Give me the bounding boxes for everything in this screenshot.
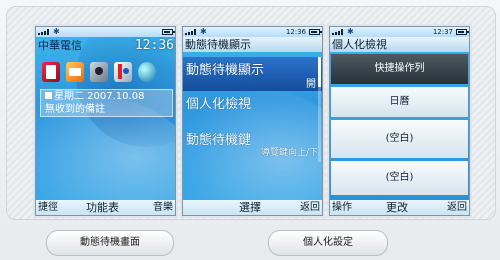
menu-item-personalize[interactable]: 個人化檢視 (183, 93, 322, 127)
dynamic-idle-screen: ✱ 12:36 動態待機顯示 動態待機顯示 開 個人化檢視 動態待機鍵 導覽鍵向… (182, 26, 323, 216)
right-soft-key[interactable]: 音樂 (153, 200, 173, 215)
menu-item-value: 開 (306, 79, 316, 90)
soft-key-bar: 捷徑 功能表 音樂 (36, 200, 175, 215)
screen-title: 動態待機顯示 (183, 37, 322, 52)
bluetooth-icon: ✱ (53, 27, 60, 36)
idle-screen: ✱ 中華電信 12:36 星期二 2007.10.08 無收到的備註 捷徑 功能… (35, 26, 176, 216)
status-bar: ✱ (36, 27, 175, 37)
personalize-screen: ✱ 12:37 個人化檢視 快捷操作列 日曆 (空白) (空白) 操作 更改 返… (329, 26, 470, 216)
option-quick-actions[interactable]: 快捷操作列 (331, 54, 468, 84)
idle-clock: 12:36 (134, 38, 174, 53)
info-panel[interactable]: 星期二 2007.10.08 無收到的備註 (40, 89, 173, 117)
status-bar: ✱ 12:37 (330, 27, 469, 37)
bluetooth-icon: ✱ (347, 27, 354, 36)
signal-icon (332, 29, 344, 35)
messages-icon[interactable] (66, 62, 84, 82)
menu-item-value: 導覽鍵向上/下 (260, 148, 318, 158)
center-soft-key[interactable]: 功能表 (86, 200, 119, 215)
menu-item-label: 動態待機顯示 (186, 63, 265, 78)
soft-key-bar: 選擇 返回 (183, 200, 322, 215)
music-icon[interactable] (114, 62, 132, 82)
battery-icon (309, 29, 322, 35)
actions-soft-key[interactable]: 操作 (332, 200, 352, 215)
signal-icon (38, 29, 50, 35)
signal-icon (185, 29, 197, 35)
memo-text: 無收到的備註 (45, 104, 105, 115)
browser-icon[interactable] (138, 62, 156, 82)
back-soft-key[interactable]: 返回 (447, 200, 467, 215)
caption-dynamic-idle: 動態待機畫面 (46, 230, 174, 256)
change-soft-key[interactable]: 更改 (386, 200, 408, 215)
caption-personalize: 個人化設定 (268, 230, 388, 256)
option-empty-slot[interactable]: (空白) (331, 120, 468, 158)
menu-item-dynamic-display[interactable]: 動態待機顯示 開 (183, 57, 322, 91)
menu-item-label: 動態待機鍵 (186, 133, 252, 148)
status-clock: 12:36 (285, 28, 306, 36)
back-soft-key[interactable]: 返回 (300, 200, 320, 215)
carrier-name: 中華電信 (38, 39, 82, 52)
shortcut-bar (42, 62, 172, 84)
camera-icon[interactable] (90, 62, 108, 82)
select-soft-key[interactable]: 選擇 (239, 200, 261, 215)
status-clock: 12:37 (432, 28, 453, 36)
option-empty-slot[interactable]: (空白) (331, 161, 468, 195)
menu-item-label: 個人化檢視 (186, 97, 252, 112)
bluetooth-icon: ✱ (200, 27, 207, 36)
phonebook-icon[interactable] (42, 62, 60, 82)
battery-icon (162, 29, 175, 35)
menu-item-dynamic-key[interactable]: 動態待機鍵 導覽鍵向上/下 (183, 129, 322, 163)
soft-key-bar: 操作 更改 返回 (330, 200, 469, 215)
screen-title: 個人化檢視 (330, 37, 469, 52)
scrollbar[interactable] (318, 57, 321, 162)
calendar-icon (45, 92, 52, 99)
date-text: 星期二 2007.10.08 (54, 91, 145, 102)
option-calendar[interactable]: 日曆 (331, 87, 468, 117)
status-bar: ✱ 12:36 (183, 27, 322, 37)
battery-icon (456, 29, 469, 35)
left-soft-key[interactable]: 捷徑 (38, 200, 58, 215)
